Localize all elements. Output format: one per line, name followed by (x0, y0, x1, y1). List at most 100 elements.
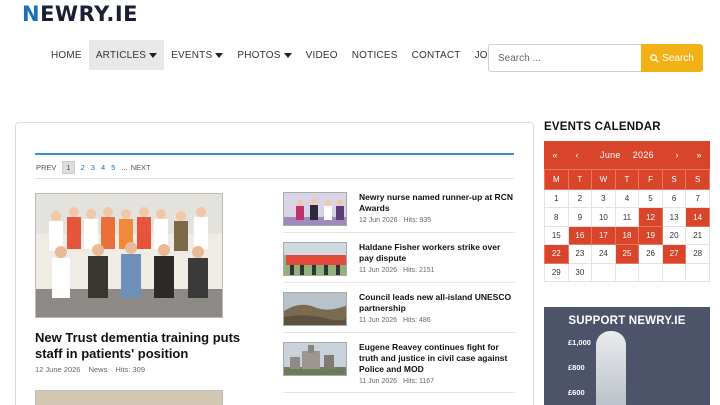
search-button[interactable]: Search (641, 44, 703, 72)
pagination-page[interactable]: 2 (81, 163, 85, 172)
calendar-day[interactable]: 19 (638, 225, 663, 246)
events-calendar-heading: EVENTS CALENDAR (544, 121, 661, 133)
calendar-day[interactable]: 14 (685, 207, 710, 227)
article-hits: Hits: 1167 (403, 378, 435, 385)
weekday-header: M (544, 169, 569, 190)
calendar-day (591, 262, 616, 282)
nav-label: HOME (51, 49, 82, 61)
calendar-day: 5 (638, 188, 663, 209)
featured-article-image[interactable] (35, 193, 223, 318)
article-hits: Hits: 935 (403, 217, 432, 224)
article-title[interactable]: Newry nurse named runner-up at RCN Award… (359, 192, 515, 214)
next-featured-image[interactable] (35, 390, 223, 405)
pagination: PREV 1 2 3 4 5 ... NEXT (36, 161, 157, 174)
caret-down-icon (149, 52, 158, 58)
search-input[interactable] (488, 44, 642, 72)
article-hits: Hits: 486 (403, 317, 431, 324)
calendar-day: 30 (567, 262, 593, 282)
next-year-icon[interactable]: » (688, 150, 710, 160)
calendar-day[interactable]: 16 (567, 225, 593, 246)
calendar-day: 9 (567, 207, 593, 227)
calendar-day[interactable]: 22 (544, 244, 569, 264)
pagination-next[interactable]: NEXT (131, 163, 151, 172)
nav-photos[interactable]: PHOTOS (230, 40, 298, 70)
article-title[interactable]: Council leads new all-island UNESCO part… (359, 292, 515, 314)
calendar-day: 4 (614, 188, 640, 209)
search-icon (650, 53, 659, 63)
featured-article-meta: 12 June 2026 News Hits: 309 (35, 365, 151, 374)
calendar-day: 6 (661, 188, 687, 209)
article-meta: 11 Jun 2026 Hits: 1167 (359, 378, 440, 385)
calendar-day[interactable]: 17 (591, 225, 616, 246)
calendar-day: 8 (544, 207, 569, 227)
article-meta: 11 Jun 2026 Hits: 2151 (359, 267, 441, 274)
calendar-day: 15 (544, 225, 569, 246)
prev-year-icon[interactable]: « (544, 150, 566, 160)
caret-down-icon (215, 52, 224, 58)
section-rule (35, 153, 514, 155)
calendar-day: 21 (685, 225, 710, 246)
calendar-day (661, 262, 687, 282)
nav-label: CONTACT (411, 49, 461, 61)
article-hits: Hits: 309 (115, 365, 146, 374)
calendar-day[interactable]: 18 (614, 225, 640, 246)
article-meta: 11 Jun 2026 Hits: 486 (359, 317, 437, 324)
donation-level: £800 (568, 363, 585, 372)
calendar-day: 11 (614, 207, 640, 227)
nav-notices[interactable]: NOTICES (345, 40, 405, 70)
article-thumbnail[interactable] (283, 342, 347, 376)
article-category[interactable]: News (89, 365, 108, 374)
nav-articles[interactable]: ARTICLES (88, 40, 165, 70)
calendar-day: 2 (567, 188, 593, 209)
calendar-month: June (600, 150, 621, 160)
calendar-day[interactable]: 27 (661, 244, 687, 264)
calendar-grid: M T W T F S S 1 2 3 4 5 6 7 8 9 10 11 12… (544, 169, 710, 282)
nav-label: EVENTS (171, 49, 213, 61)
article-date: 11 Jun 2026 (359, 317, 398, 324)
calendar-month-year: June 2026 (588, 150, 666, 160)
calendar-nav: « ‹ June 2026 › » (544, 141, 710, 169)
nav-label: PHOTOS (237, 49, 281, 61)
article-thumbnail[interactable] (283, 292, 347, 326)
featured-article-title[interactable]: New Trust dementia training puts staff i… (35, 330, 265, 362)
calendar-day (685, 262, 710, 282)
pagination-page[interactable]: 4 (101, 163, 105, 172)
calendar-day[interactable]: 25 (614, 244, 640, 264)
calendar-day (614, 262, 640, 282)
calendar-day[interactable]: 12 (638, 207, 663, 227)
site-logo[interactable]: NEWRY.IE (22, 2, 138, 26)
weekday-header: S (661, 169, 687, 190)
pagination-divider (35, 178, 514, 179)
nav-contact[interactable]: CONTACT (405, 40, 468, 70)
article-title[interactable]: Haldane Fisher workers strike over pay d… (359, 242, 515, 264)
article-date: 12 June 2026 (35, 365, 81, 374)
next-month-icon[interactable]: › (666, 150, 688, 160)
pagination-page[interactable]: 5 (111, 163, 115, 172)
article-title[interactable]: Eugene Reavey continues fight for truth … (359, 342, 515, 375)
weekday-header: T (614, 169, 640, 190)
nav-video[interactable]: VIDEO (299, 40, 345, 70)
prev-month-icon[interactable]: ‹ (566, 150, 588, 160)
article-date: 12 Jun 2026 (359, 217, 398, 224)
pagination-prev[interactable]: PREV (36, 163, 56, 172)
article-meta: 12 Jun 2026 Hits: 935 (359, 217, 437, 224)
calendar-day: 1 (544, 188, 569, 209)
thermometer-icon (596, 331, 626, 405)
calendar-day: 20 (661, 225, 687, 246)
weekday-header: T (567, 169, 593, 190)
list-divider (283, 282, 515, 283)
nav-home[interactable]: HOME (44, 40, 89, 70)
calendar-day: 29 (544, 262, 569, 282)
calendar-day: 26 (638, 244, 663, 264)
nav-label: NOTICES (351, 49, 398, 61)
weekday-header: S (685, 169, 710, 190)
article-thumbnail[interactable] (283, 192, 347, 226)
pagination-page[interactable]: 3 (91, 163, 95, 172)
nav-events[interactable]: EVENTS (164, 40, 230, 70)
weekday-header: F (638, 169, 663, 190)
calendar-day: 10 (591, 207, 616, 227)
main-nav: HOME ARTICLES EVENTS PHOTOS VIDEO NOTICE… (44, 40, 509, 70)
list-divider (283, 232, 515, 233)
article-thumbnail[interactable] (283, 242, 347, 276)
weekday-header: W (591, 169, 616, 190)
